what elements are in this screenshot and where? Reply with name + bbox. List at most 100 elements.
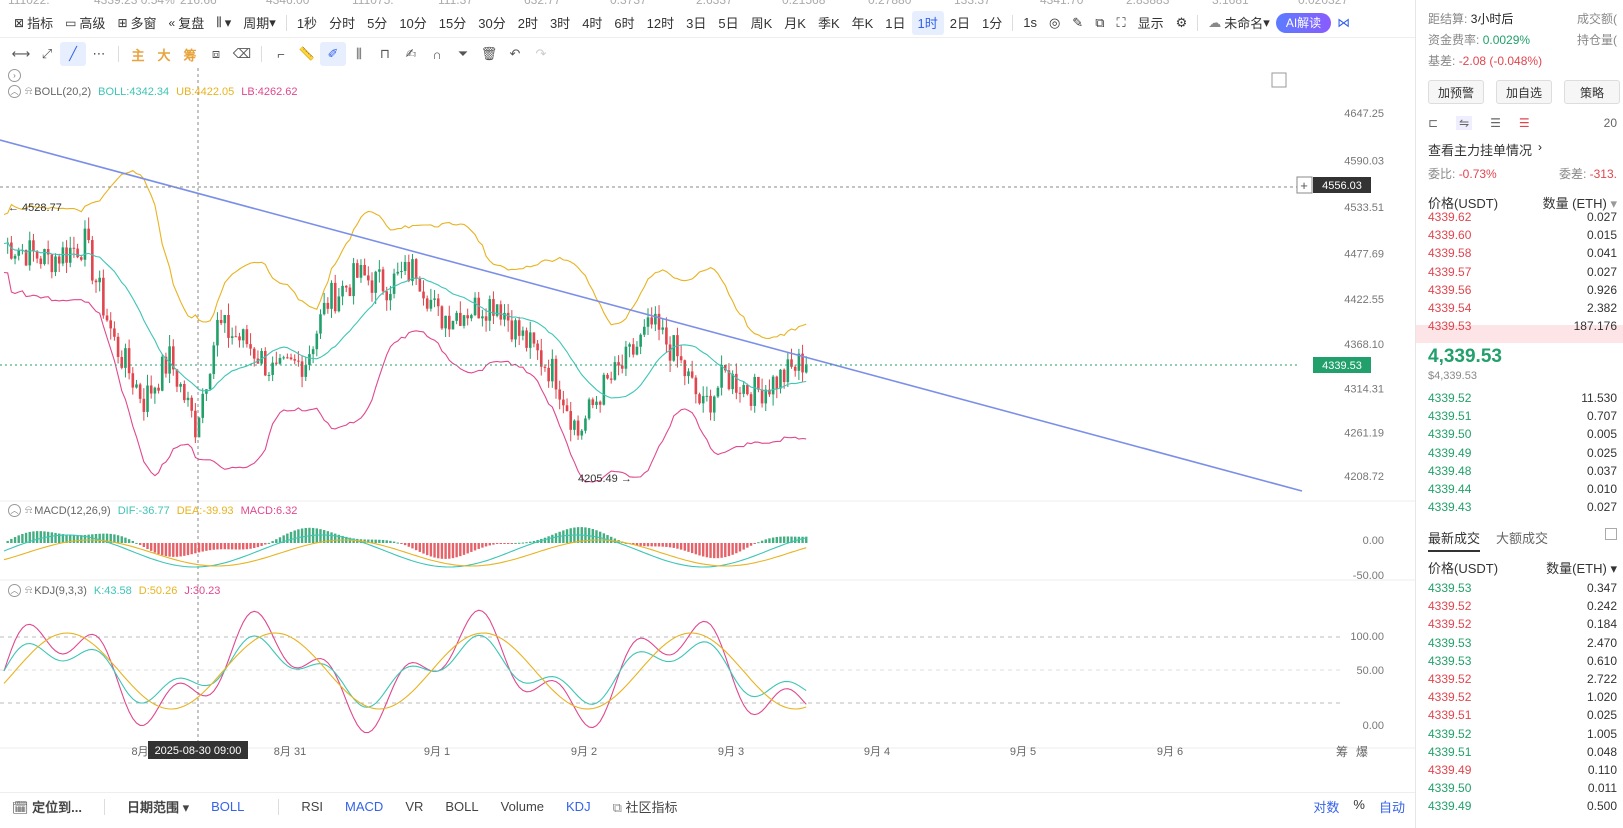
- collapse-icon[interactable]: ︿: [8, 584, 21, 597]
- period-option[interactable]: 6时: [608, 11, 640, 35]
- replay-button[interactable]: «复盘: [163, 11, 211, 35]
- tab-vr[interactable]: VR: [405, 799, 423, 814]
- add-alert-button[interactable]: 加预警: [1428, 80, 1484, 104]
- chart-area[interactable]: 4647.25 4590.03 4533.51 4477.69 4422.55 4368.…: [0, 68, 1415, 798]
- crop-icon[interactable]: ⌐: [268, 42, 294, 66]
- ask-row[interactable]: 4339.57 0.027: [1428, 265, 1617, 279]
- ask-row[interactable]: 4339.58 0.041: [1428, 246, 1617, 260]
- period-option[interactable]: 1时: [911, 10, 944, 35]
- period-option[interactable]: 月K: [778, 11, 812, 35]
- period-option[interactable]: 3时: [544, 11, 576, 35]
- tab-macd[interactable]: MACD: [345, 799, 383, 814]
- book-mode-both-icon[interactable]: ⊏: [1428, 116, 1438, 130]
- magnet-icon[interactable]: ∩: [424, 42, 450, 66]
- add-favorite-button[interactable]: 加自选: [1496, 80, 1552, 104]
- bid-row[interactable]: 4339.48 0.037: [1428, 464, 1617, 478]
- depth-selector[interactable]: 20: [1604, 116, 1617, 130]
- ask-row[interactable]: 4339.54 2.382: [1428, 301, 1617, 315]
- share-icon[interactable]: ⋈: [1331, 11, 1356, 35]
- chart-type-button[interactable]: ⫼ ▾: [210, 11, 237, 35]
- ask-row[interactable]: 4339.53 187.176: [1428, 319, 1617, 333]
- period-option[interactable]: 15分: [433, 11, 472, 35]
- ai-interpret-button[interactable]: AI解读: [1275, 12, 1332, 33]
- tab-big-trades[interactable]: 大额成交: [1496, 528, 1548, 552]
- layout-name-dropdown[interactable]: ☁ 未命名 ▾: [1202, 11, 1276, 35]
- period-option[interactable]: 2日: [944, 11, 976, 35]
- view-main-orders-link[interactable]: 查看主力挂单情况 ›: [1428, 140, 1617, 159]
- popout-icon[interactable]: ⧉: [1089, 11, 1110, 35]
- chip-button[interactable]: 筹: [177, 42, 203, 66]
- period-option[interactable]: 2时: [512, 11, 544, 35]
- checkbox[interactable]: [1605, 528, 1617, 540]
- period-option[interactable]: 5分: [361, 11, 393, 35]
- eraser-icon[interactable]: ⌫: [229, 42, 255, 66]
- fullscreen-icon[interactable]: ⛶: [1111, 11, 1132, 35]
- period-option[interactable]: 1秒: [291, 11, 323, 35]
- pen-icon[interactable]: ✎: [1066, 11, 1089, 35]
- period-option[interactable]: 5日: [712, 11, 744, 35]
- bid-row[interactable]: 4339.50 0.005: [1428, 427, 1617, 441]
- tab-boll[interactable]: BOLL: [445, 799, 478, 814]
- display-button[interactable]: 显示: [1132, 11, 1170, 35]
- candles-icon[interactable]: ⫼: [346, 42, 372, 66]
- lock-icon[interactable]: ⊓: [372, 42, 398, 66]
- tab-rsi[interactable]: RSI: [301, 799, 323, 814]
- strategy-button[interactable]: 策略: [1564, 80, 1620, 104]
- period-option[interactable]: 分时: [323, 11, 361, 35]
- filter-icon[interactable]: ⏷: [450, 42, 476, 66]
- bid-row[interactable]: 4339.44 0.010: [1428, 482, 1617, 496]
- period-option[interactable]: 12时: [641, 11, 680, 35]
- auto-scale-toggle[interactable]: 自动: [1379, 797, 1405, 816]
- tab-kdj[interactable]: KDJ: [566, 799, 591, 814]
- tab-latest-trades[interactable]: 最新成交: [1428, 528, 1481, 552]
- trash-icon[interactable]: 🗑: [476, 42, 502, 66]
- big-order-button[interactable]: 大: [151, 42, 177, 66]
- one-second-button[interactable]: 1s: [1017, 11, 1043, 35]
- percent-scale-toggle[interactable]: %: [1353, 797, 1365, 816]
- chart-canvas[interactable]: 4647.25 4590.03 4533.51 4477.69 4422.55 4368.…: [0, 68, 1415, 798]
- ruler-icon[interactable]: 📏: [294, 42, 320, 66]
- ask-row[interactable]: 4339.56 0.926: [1428, 283, 1617, 297]
- note-icon[interactable]: ✍: [398, 42, 424, 66]
- bid-row[interactable]: 4339.52 11.530: [1428, 391, 1617, 405]
- period-option[interactable]: 4时: [576, 11, 608, 35]
- book-mode-split-icon[interactable]: ⇋: [1456, 116, 1473, 130]
- period-option[interactable]: 周K: [745, 11, 779, 35]
- undo-icon[interactable]: ↶: [502, 42, 528, 66]
- layers-icon[interactable]: ⧈: [203, 42, 229, 66]
- bid-row[interactable]: 4339.49 0.025: [1428, 446, 1617, 460]
- more-tools-icon[interactable]: ⋯: [86, 42, 112, 66]
- book-mode-bids-icon[interactable]: ☰: [1519, 116, 1530, 130]
- period-option[interactable]: 10分: [393, 11, 432, 35]
- period-option[interactable]: 3日: [680, 11, 712, 35]
- log-scale-toggle[interactable]: 对数: [1313, 797, 1339, 816]
- trend-line-tool-icon[interactable]: ╱: [60, 42, 86, 66]
- book-mode-asks-icon[interactable]: ☰: [1490, 116, 1501, 130]
- expand-legend-button[interactable]: ›: [8, 69, 25, 82]
- period-option[interactable]: 30分: [472, 11, 511, 35]
- horizontal-line-tool-icon[interactable]: ⟷: [8, 42, 34, 66]
- multi-line-tool-icon[interactable]: ⤢: [34, 42, 60, 66]
- redo-icon[interactable]: ↷: [528, 42, 554, 66]
- period-option[interactable]: 1日: [879, 11, 911, 35]
- ask-row[interactable]: 4339.60 0.015: [1428, 228, 1617, 242]
- locate-button[interactable]: 🗓 定位到...: [12, 797, 82, 816]
- advanced-button[interactable]: ▭ 高级: [59, 11, 111, 35]
- collapse-icon[interactable]: ︿: [8, 504, 21, 517]
- trade-qty-header[interactable]: 数量(ETH) ▾: [1546, 558, 1617, 577]
- multi-window-button[interactable]: ⊞ 多窗: [111, 11, 162, 35]
- community-indicators-button[interactable]: ⧉ 社区指标: [613, 797, 678, 816]
- collapse-icon[interactable]: ︿: [8, 85, 21, 98]
- settings-gear-icon[interactable]: ⚙: [1170, 11, 1194, 35]
- bid-row[interactable]: 4339.51 0.707: [1428, 409, 1617, 423]
- ask-row[interactable]: 4339.62 0.027: [1428, 210, 1617, 224]
- period-option[interactable]: 年K: [846, 11, 880, 35]
- indicators-button[interactable]: ⊠ 指标: [8, 11, 59, 35]
- main-force-button[interactable]: 主: [125, 42, 151, 66]
- period-menu-button[interactable]: 周期 ▾: [237, 11, 282, 35]
- brush-icon[interactable]: ✐: [320, 42, 346, 66]
- bid-row[interactable]: 4339.43 0.027: [1428, 500, 1617, 514]
- period-option[interactable]: 季K: [812, 11, 846, 35]
- tab-boll-active[interactable]: BOLL: [211, 799, 244, 814]
- tab-volume[interactable]: Volume: [501, 799, 544, 814]
